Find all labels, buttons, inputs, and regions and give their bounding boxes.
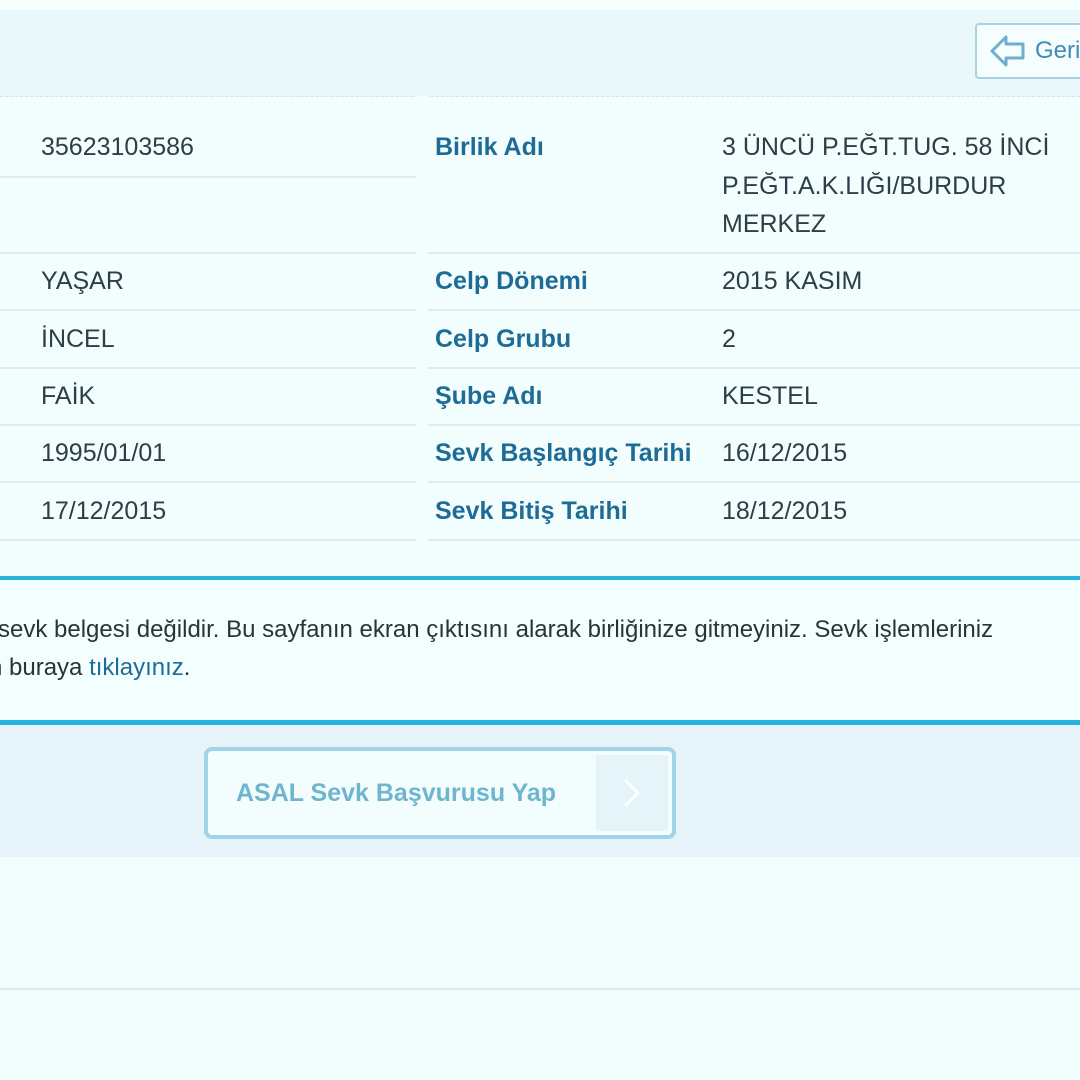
bottom-divider: [0, 988, 1080, 990]
value-celp-grubu: 2: [722, 325, 736, 353]
row-divider: [0, 252, 1080, 254]
value-birth-date: 1995/01/01: [41, 439, 167, 467]
value-surname: İNCEL: [41, 325, 115, 353]
value-sevk-bitis: 18/12/2015: [722, 497, 848, 525]
notice-line-2-suffix: .: [183, 654, 191, 681]
asal-apply-button[interactable]: ASAL Sevk Başvurusu Yap: [204, 747, 676, 839]
value-name: FAİK: [41, 382, 96, 410]
value-date: 17/12/2015: [41, 497, 167, 525]
label-birlik-adi: Birlik Adı: [435, 133, 544, 161]
label-sube-adi: Şube Adı: [435, 382, 543, 410]
label-sevk-bitis: Sevk Bitiş Tarihi: [435, 497, 628, 525]
back-button-label: Geri: [1035, 37, 1080, 64]
column-gap: [416, 96, 428, 546]
value-birlik-adi-line1: 3 ÜNCÜ P.EĞT.TUG. 58 İNCİ: [722, 133, 1050, 161]
value-tc-number: 35623103586: [41, 133, 194, 161]
notice-line-2-text: n buraya: [0, 654, 83, 681]
row-divider: [0, 176, 416, 178]
asal-apply-button-label: ASAL Sevk Başvurusu Yap: [236, 779, 557, 807]
notice-line-1: sevk belgesi değildir. Bu sayfanın ekran…: [0, 616, 994, 643]
label-celp-donemi: Celp Dönemi: [435, 267, 588, 295]
row-divider: [0, 367, 1080, 369]
value-sevk-baslangic: 16/12/2015: [722, 439, 848, 467]
chevron-right-icon: [596, 755, 668, 831]
label-celp-grubu: Celp Grubu: [435, 325, 572, 353]
header-bar: [0, 10, 1080, 97]
row-divider: [0, 424, 1080, 426]
row-divider: [0, 481, 1080, 483]
row-divider: [0, 309, 1080, 311]
notice-line-2: n buraya tıklayınız.: [0, 649, 190, 687]
notice-link[interactable]: tıklayınız: [89, 654, 184, 681]
top-strip: [0, 0, 1080, 10]
arrow-left-icon: [989, 32, 1027, 70]
value-father-name: YAŞAR: [41, 267, 124, 295]
value-birlik-adi-line3: MERKEZ: [722, 210, 827, 238]
row-divider: [0, 539, 1080, 541]
value-celp-donemi: 2015 KASIM: [722, 267, 863, 295]
label-sevk-baslangic: Sevk Başlangıç Tarihi: [435, 439, 692, 467]
warning-notice: sevk belgesi değildir. Bu sayfanın ekran…: [0, 580, 1080, 720]
value-sube-adi: KESTEL: [722, 382, 818, 410]
page: Geri 35623103586 Birlik Adı 3 ÜNCÜ P.EĞT…: [0, 0, 1080, 1080]
back-button[interactable]: Geri: [975, 23, 1080, 79]
value-birlik-adi-line2: P.EĞT.A.K.LIĞI/BURDUR: [722, 172, 1007, 200]
